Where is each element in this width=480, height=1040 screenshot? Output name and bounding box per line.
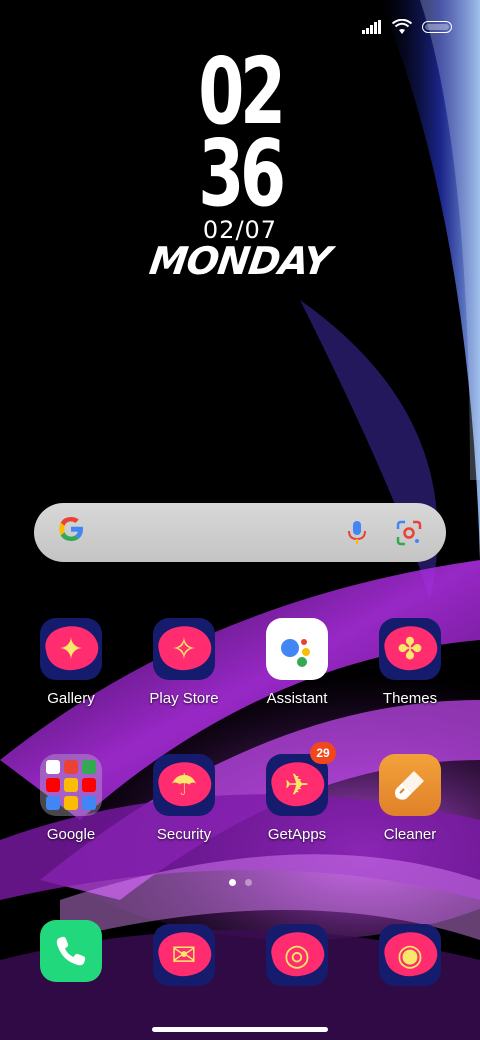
- app-label: Assistant: [266, 690, 328, 707]
- app-assistant[interactable]: Assistant: [242, 618, 352, 708]
- dock-browser[interactable]: ◎: [242, 924, 352, 986]
- clock-widget[interactable]: 02 36 02/07 MONDAY: [0, 46, 480, 284]
- app-label: Themes: [382, 690, 438, 707]
- phone-icon: [40, 920, 102, 982]
- assistant-icon: [266, 618, 328, 680]
- app-label: Google: [46, 826, 96, 843]
- app-security[interactable]: ☂ Security: [129, 754, 239, 844]
- messages-icon: ✉: [153, 924, 215, 986]
- home-gesture-bar[interactable]: [152, 1027, 328, 1032]
- notification-badge: 29: [310, 742, 336, 764]
- clock-day: MONDAY: [146, 239, 334, 283]
- app-getapps[interactable]: ✈ 29 GetApps: [242, 742, 352, 844]
- gallery-icon: ✦: [40, 618, 102, 680]
- app-cleaner[interactable]: Cleaner: [355, 754, 465, 844]
- dock-messages[interactable]: ✉: [129, 924, 239, 986]
- google-logo-icon: [56, 513, 90, 553]
- google-folder-icon: [40, 754, 102, 816]
- cellular-signal-icon: [362, 20, 381, 34]
- battery-icon: [422, 21, 452, 33]
- microphone-icon[interactable]: [342, 518, 372, 548]
- app-label: Play Store: [149, 690, 219, 707]
- themes-icon: ✤: [379, 618, 441, 680]
- camera-icon: ◉: [379, 924, 441, 986]
- google-search-bar[interactable]: [34, 503, 446, 562]
- app-label: Security: [156, 826, 212, 843]
- dock-phone[interactable]: [16, 920, 126, 982]
- page-dot-1[interactable]: [228, 879, 236, 886]
- wifi-icon: [392, 19, 412, 34]
- app-themes[interactable]: ✤ Themes: [355, 618, 465, 708]
- page-indicator: [0, 879, 480, 886]
- app-gallery[interactable]: ✦ Gallery: [16, 618, 126, 708]
- play-store-icon: ✧: [153, 618, 215, 680]
- app-play-store[interactable]: ✧ Play Store: [129, 618, 239, 708]
- app-label: GetApps: [267, 826, 327, 843]
- clock-minutes: 36: [198, 120, 286, 227]
- page-dot-2[interactable]: [244, 879, 252, 886]
- app-label: Cleaner: [383, 826, 437, 843]
- dock-camera[interactable]: ◉: [355, 924, 465, 986]
- app-folder-google[interactable]: Google: [16, 754, 126, 844]
- browser-icon: ◎: [266, 924, 328, 986]
- security-icon: ☂: [153, 754, 215, 816]
- status-bar: [362, 16, 452, 38]
- app-label: Gallery: [47, 690, 95, 707]
- google-lens-icon[interactable]: [394, 518, 424, 548]
- cleaner-icon: [379, 754, 441, 816]
